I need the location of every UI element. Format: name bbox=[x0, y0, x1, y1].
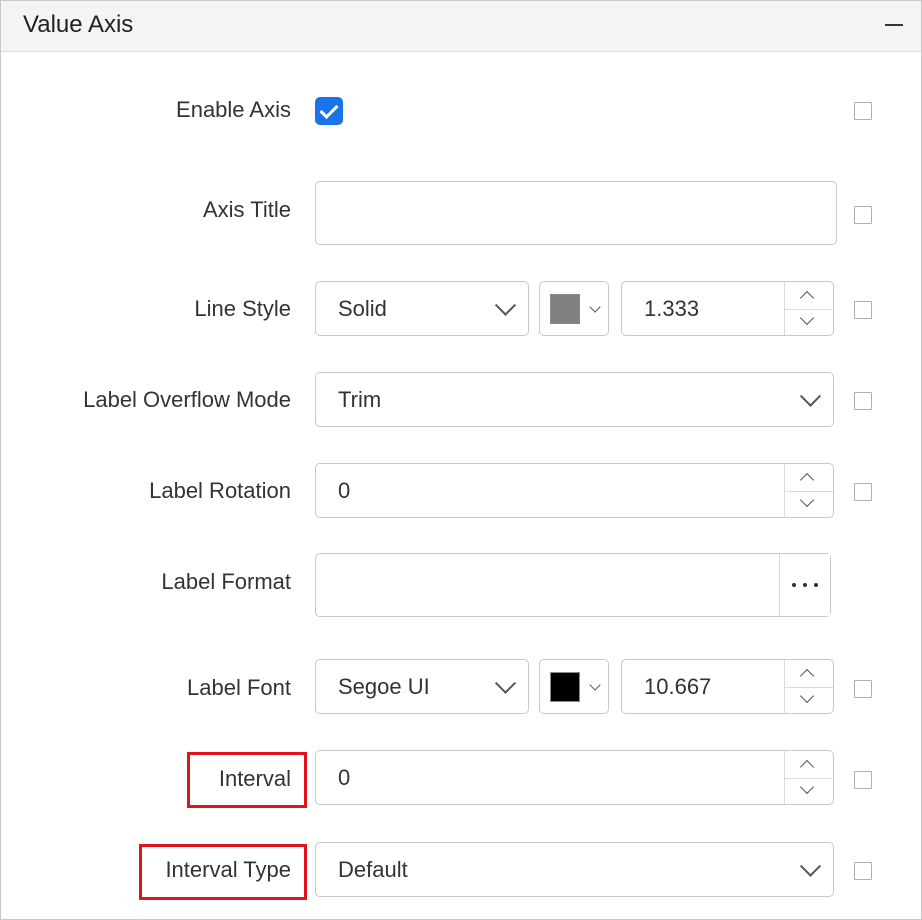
label-rotation-label: Label Rotation bbox=[149, 478, 291, 503]
chevron-down-icon[interactable] bbox=[799, 688, 815, 704]
label-rotation-stepper[interactable]: 0 bbox=[315, 463, 834, 518]
label-font-size-stepper[interactable]: 10.667 bbox=[621, 659, 834, 714]
label-font-color-picker[interactable] bbox=[539, 659, 609, 714]
spin-buttons bbox=[784, 282, 833, 335]
line-style-side-checkbox[interactable] bbox=[854, 301, 872, 319]
axis-title-input[interactable] bbox=[315, 181, 837, 245]
interval-type-dropdown[interactable]: Default bbox=[315, 842, 834, 897]
label-rotation-side-checkbox[interactable] bbox=[854, 483, 872, 501]
label-font-dropdown[interactable]: Segoe UI bbox=[315, 659, 529, 714]
line-color-picker[interactable] bbox=[539, 281, 609, 336]
enable-axis-side-checkbox[interactable] bbox=[854, 102, 872, 120]
chevron-down-icon[interactable] bbox=[799, 492, 815, 508]
line-style-dropdown[interactable]: Solid bbox=[315, 281, 529, 336]
label-font-family-value: Segoe UI bbox=[338, 673, 430, 699]
minus-icon[interactable] bbox=[885, 24, 903, 26]
spin-buttons bbox=[784, 464, 833, 517]
chevron-down-icon bbox=[799, 855, 822, 877]
line-style-label: Line Style bbox=[194, 296, 291, 321]
label-overflow-mode-value: Trim bbox=[338, 386, 382, 412]
chevron-down-icon bbox=[494, 672, 517, 694]
axis-title-side-checkbox[interactable] bbox=[854, 206, 872, 224]
chevron-down-icon bbox=[589, 300, 601, 313]
label-rotation-value: 0 bbox=[338, 477, 351, 503]
label-font-side-checkbox[interactable] bbox=[854, 680, 872, 698]
chevron-down-icon[interactable] bbox=[799, 779, 815, 795]
interval-label: Interval bbox=[218, 766, 291, 791]
chevron-down-icon bbox=[799, 385, 822, 407]
interval-type-side-checkbox[interactable] bbox=[854, 862, 872, 880]
section-title: Value Axis bbox=[23, 11, 134, 38]
chevron-up-icon[interactable] bbox=[799, 290, 815, 306]
chevron-down-icon[interactable] bbox=[799, 310, 815, 326]
value-axis-panel: Value Axis Enable Axis Axis Title Line S… bbox=[0, 0, 922, 920]
axis-title-label: Axis Title bbox=[202, 197, 291, 222]
line-style-value: Solid bbox=[338, 295, 387, 321]
line-color-swatch bbox=[550, 293, 580, 324]
ellipsis-icon[interactable] bbox=[779, 554, 830, 616]
line-width-stepper[interactable]: 1.333 bbox=[621, 281, 834, 336]
label-font-label: Label Font bbox=[187, 675, 291, 700]
interval-type-label: Interval Type bbox=[165, 857, 291, 882]
label-overflow-mode-label: Label Overflow Mode bbox=[83, 387, 291, 412]
label-font-size-value: 10.667 bbox=[644, 673, 712, 699]
label-font-color-swatch bbox=[550, 671, 580, 702]
label-overflow-side-checkbox[interactable] bbox=[854, 392, 872, 410]
spin-buttons bbox=[784, 751, 833, 804]
enable-axis-checkbox[interactable] bbox=[315, 97, 343, 125]
section-header[interactable]: Value Axis bbox=[1, 1, 921, 52]
chevron-up-icon[interactable] bbox=[799, 472, 815, 488]
label-format-label: Label Format bbox=[161, 569, 291, 594]
interval-value: 0 bbox=[338, 764, 351, 790]
chevron-down-icon bbox=[494, 294, 517, 316]
label-overflow-mode-dropdown[interactable]: Trim bbox=[315, 372, 834, 427]
interval-side-checkbox[interactable] bbox=[854, 771, 872, 789]
label-format-input[interactable] bbox=[315, 553, 831, 617]
chevron-up-icon[interactable] bbox=[799, 668, 815, 684]
spin-buttons bbox=[784, 660, 833, 713]
enable-axis-label: Enable Axis bbox=[176, 97, 291, 122]
chevron-down-icon bbox=[589, 678, 601, 691]
interval-type-value: Default bbox=[338, 856, 408, 882]
interval-stepper[interactable]: 0 bbox=[315, 750, 834, 805]
line-width-value: 1.333 bbox=[644, 295, 700, 321]
chevron-up-icon[interactable] bbox=[799, 759, 815, 775]
